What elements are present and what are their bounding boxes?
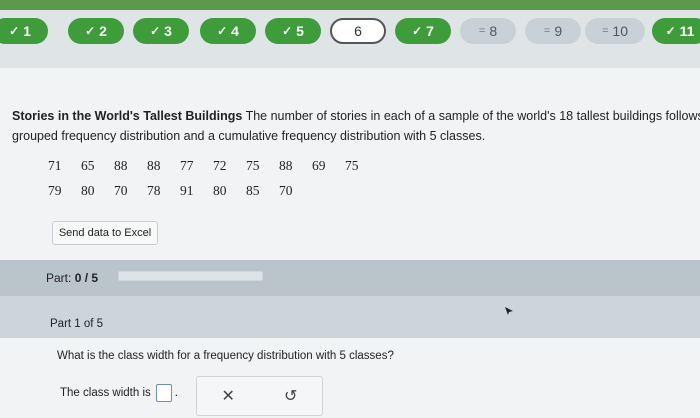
question-2-button[interactable]: ✓ 2 <box>68 18 124 44</box>
data-value: 85 <box>246 183 260 198</box>
question-number: 10 <box>612 23 628 39</box>
data-value: 69 <box>312 158 326 173</box>
data-value: 80 <box>213 183 227 198</box>
question-10-button[interactable]: = 10 <box>585 18 645 44</box>
problem-text-1: The number of stories in each of a sampl… <box>242 109 700 123</box>
undo-icon[interactable]: ↺ <box>284 386 297 406</box>
answer-tools: ✕ ↺ <box>196 376 323 416</box>
question-11-button[interactable]: ✓ 11 <box>652 18 700 44</box>
problem-text-2: grouped frequency distribution and a cum… <box>12 129 486 143</box>
part-title: Part 1 of 5 <box>50 318 104 330</box>
data-value: 70 <box>279 183 293 198</box>
question-number: 1 <box>23 23 31 39</box>
data-value: 72 <box>213 158 227 173</box>
question-number: 9 <box>554 23 563 39</box>
question-text: What is the class width for a frequency … <box>57 350 394 362</box>
data-row-1: 71 65 88 88 77 72 75 88 69 75 <box>48 158 378 174</box>
data-value: 79 <box>48 183 62 198</box>
check-icon: ✓ <box>665 24 676 38</box>
mouse-cursor-icon <box>505 307 513 315</box>
send-to-excel-button[interactable]: Send data to Excel <box>52 221 158 245</box>
question-number: 4 <box>231 23 239 39</box>
data-value: 71 <box>48 158 62 173</box>
check-icon: ✓ <box>412 24 423 38</box>
problem-title: Stories in the World's Tallest Buildings <box>12 109 243 123</box>
question-number: 2 <box>99 23 107 39</box>
part-label-text: Part: <box>46 271 72 285</box>
problem-line-1: Stories in the World's Tallest Buildings… <box>12 106 700 126</box>
data-value: 88 <box>279 158 293 173</box>
question-6-button[interactable]: 6 <box>330 18 386 44</box>
data-value: 65 <box>81 158 95 173</box>
data-value: 70 <box>114 183 128 198</box>
partial-icon: = <box>601 25 609 37</box>
question-9-button[interactable]: = 9 <box>525 18 581 44</box>
part-header: Part 1 of 5 <box>0 296 700 338</box>
question-number: 7 <box>426 23 434 39</box>
data-value: 88 <box>114 158 128 173</box>
answer-prefix: The class width is <box>60 387 151 399</box>
question-number: 11 <box>679 23 695 39</box>
progress-track <box>118 271 263 281</box>
problem-statement: Stories in the World's Tallest Buildings… <box>12 106 700 146</box>
answer-suffix: . <box>174 387 178 399</box>
data-row-2: 79 80 70 78 91 80 85 70 <box>48 183 312 199</box>
check-icon: ✓ <box>9 24 20 38</box>
data-value: 77 <box>180 158 194 173</box>
data-value: 75 <box>345 158 359 173</box>
check-icon: ✓ <box>150 24 161 38</box>
partial-icon: = <box>478 25 486 37</box>
question-4-button[interactable]: ✓ 4 <box>200 18 256 44</box>
question-number: 3 <box>164 23 172 39</box>
question-1-button[interactable]: ✓ 1 <box>0 18 48 44</box>
question-3-button[interactable]: ✓ 3 <box>133 18 189 44</box>
question-5-button[interactable]: ✓ 5 <box>265 18 321 44</box>
part-progress-value: 0 / 5 <box>74 271 99 285</box>
class-width-input[interactable] <box>155 384 172 402</box>
clear-icon[interactable]: ✕ <box>222 386 235 406</box>
question-8-button[interactable]: = 8 <box>460 18 516 44</box>
data-value: 91 <box>180 183 194 198</box>
data-value: 80 <box>81 183 95 198</box>
check-icon: ✓ <box>85 24 96 38</box>
data-value: 75 <box>246 158 260 173</box>
data-value: 88 <box>147 158 161 173</box>
part-progress-bar: Part: 0 / 5 <box>0 260 700 296</box>
question-number: 5 <box>296 23 304 39</box>
check-icon: ✓ <box>217 24 228 38</box>
question-number: 8 <box>489 23 498 39</box>
data-value: 78 <box>147 183 161 198</box>
partial-icon: = <box>543 25 551 37</box>
answer-line: The class width is . <box>60 384 178 402</box>
question-content: Stories in the World's Tallest Buildings… <box>0 68 700 418</box>
part-progress-label: Part: 0 / 5 <box>46 271 98 285</box>
question-number: 6 <box>354 23 362 39</box>
check-icon: ✓ <box>282 24 293 38</box>
question-7-button[interactable]: ✓ 7 <box>395 18 451 44</box>
top-strip <box>0 0 700 10</box>
